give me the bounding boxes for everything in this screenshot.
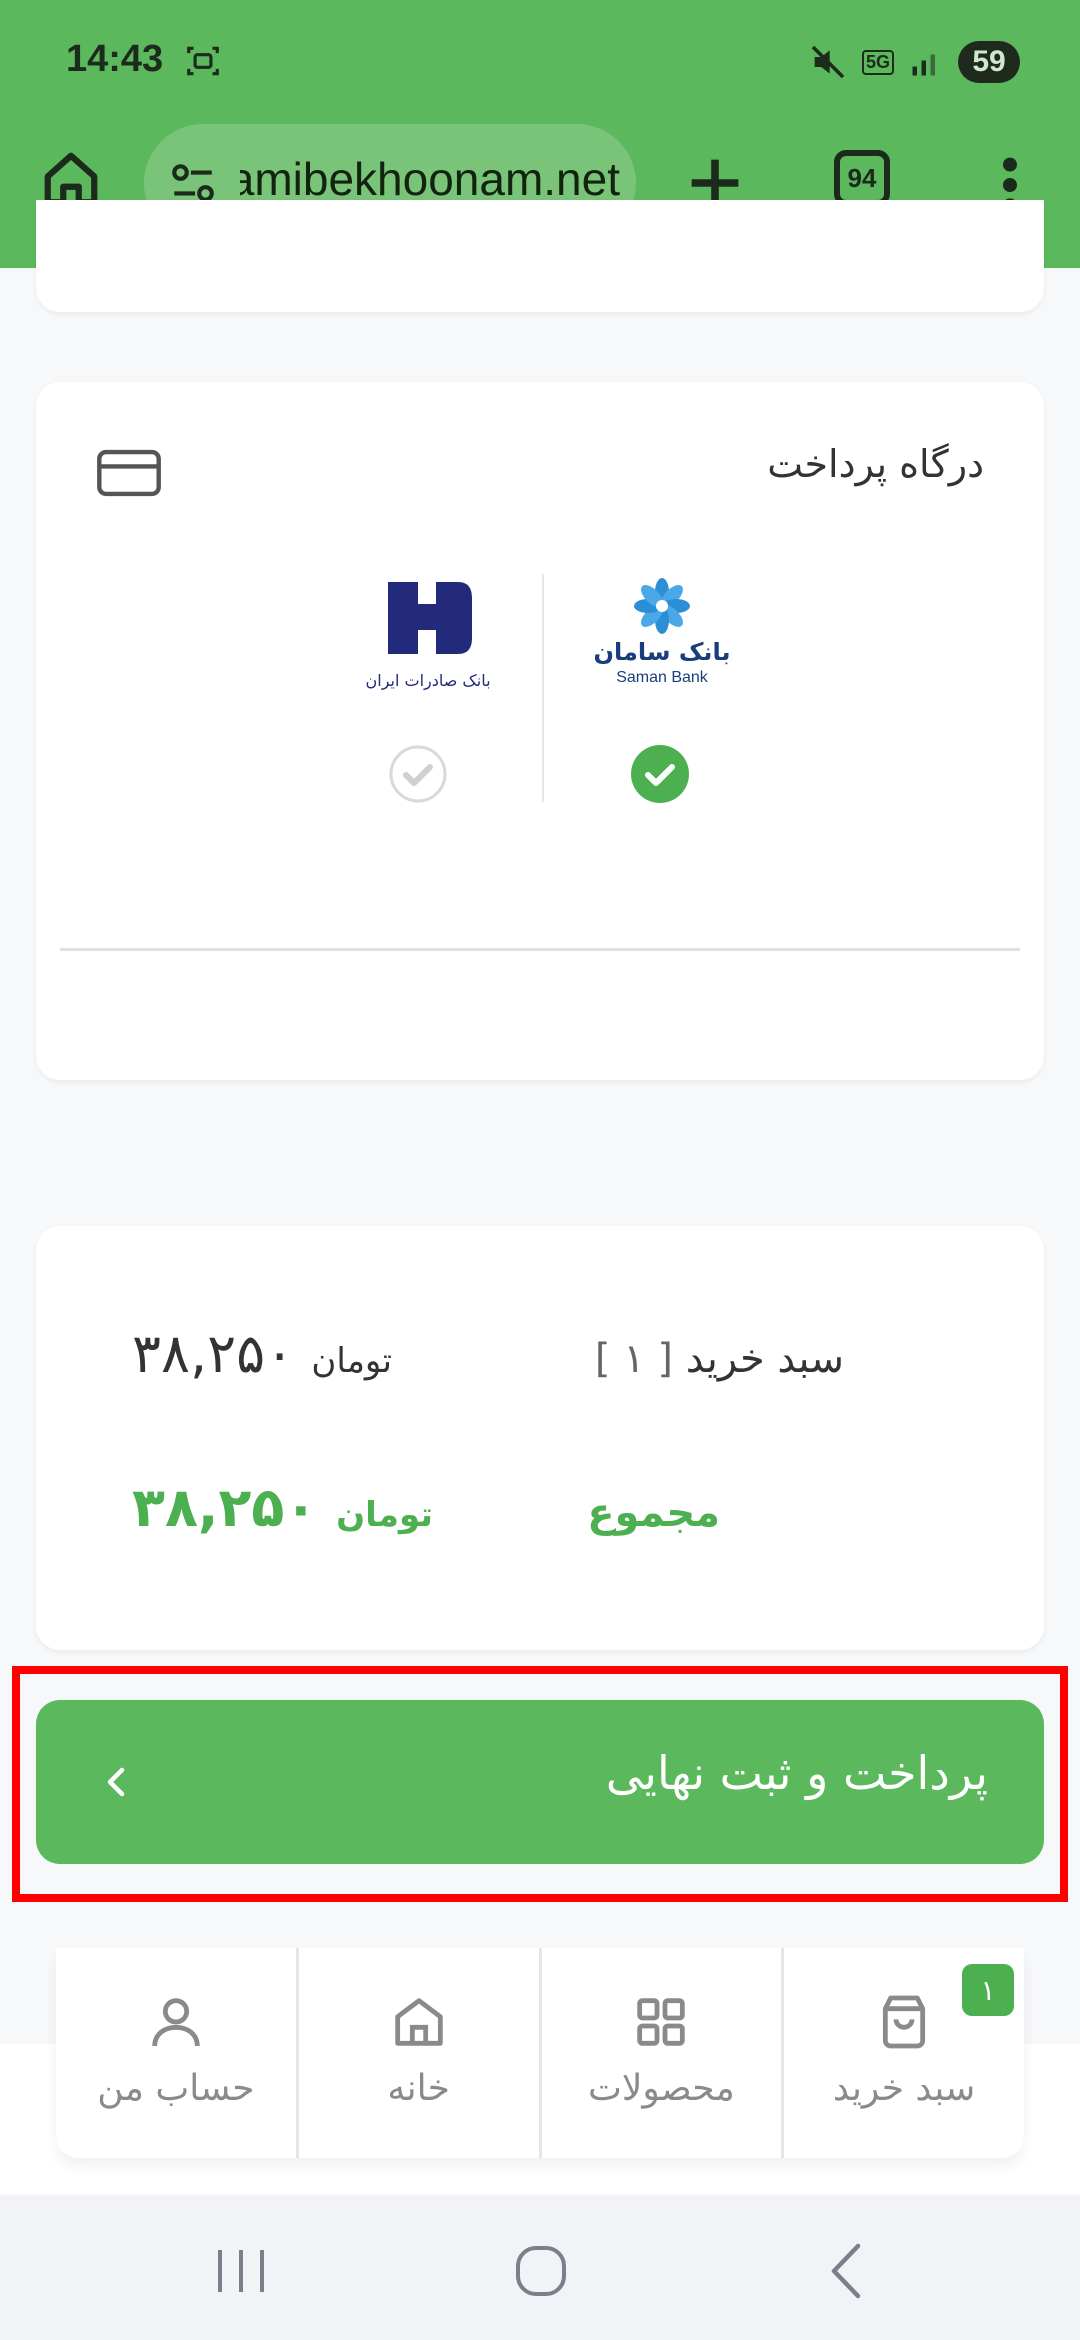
payment-gateway-card: درگاه پرداخت بانک سامان Saman Bank بانک …: [36, 382, 1044, 1080]
saman-bank-logo: بانک سامان Saman Bank: [594, 578, 731, 686]
cart-amount: ۳۸,۲۵۰: [132, 1322, 295, 1385]
cart-currency: تومان: [311, 1341, 392, 1381]
cart-label: سبد خرید: [685, 1336, 844, 1382]
nav-item-home[interactable]: خانه: [295, 1948, 539, 2158]
recent-apps-icon[interactable]: [206, 2236, 276, 2306]
system-nav-bar: [0, 2196, 1080, 2340]
url-text[interactable]: hamibekhoonam.net: [240, 152, 620, 206]
home-icon: [394, 1998, 443, 2046]
mute-icon: [811, 45, 845, 79]
status-time: 14:43: [66, 38, 164, 80]
saman-bank-name-en: Saman Bank: [616, 669, 709, 686]
nav-item-account[interactable]: حساب من: [56, 1948, 296, 2158]
nav-item-products[interactable]: محصولات: [538, 1948, 782, 2158]
signal-icon: [912, 54, 935, 76]
user-icon: [152, 1998, 200, 2047]
nav-item-cart[interactable]: سبد خرید ۱: [781, 1948, 1024, 2158]
check-circle-unselected-icon[interactable]: [388, 744, 448, 804]
status-icons: 5G 59: [808, 38, 1020, 86]
shopping-bag-icon: [883, 1995, 926, 2049]
network-icon: 5G: [861, 49, 894, 75]
total-amount-row: ۳۸,۲۵۰ تومان: [132, 1476, 433, 1539]
previous-card: [36, 200, 1044, 312]
home-circle-icon[interactable]: [506, 2236, 576, 2306]
back-icon[interactable]: [812, 2236, 882, 2306]
battery-indicator: 59: [958, 41, 1020, 83]
payment-gateway-title: درگاه پرداخت: [767, 442, 984, 486]
grid-icon: [637, 1998, 686, 2046]
nav-label-products: محصولات: [587, 2068, 735, 2109]
credit-card-icon: [97, 449, 161, 497]
gateway-bottom-divider: [60, 948, 1020, 951]
pay-button-label: پرداخت و ثبت نهایی: [605, 1746, 988, 1800]
total-amount: ۳۸,۲۵۰: [132, 1476, 318, 1539]
cart-count: [ ۱ ]: [594, 1336, 674, 1382]
nav-label-home: خانه: [387, 2068, 450, 2109]
screenshot-icon: [187, 46, 219, 76]
order-summary-card: سبد خرید [ ۱ ] ۳۸,۲۵۰ تومان مجموع ۳۸,۲۵۰…: [36, 1226, 1044, 1650]
chevron-left-icon: [107, 1767, 125, 1797]
gateway-divider: [542, 574, 544, 802]
total-currency: تومان: [336, 1495, 434, 1535]
total-label: مجموع: [587, 1490, 720, 1536]
tab-switcher-button[interactable]: 94: [834, 150, 890, 206]
saderat-bank-logo: بانک صادرات ایران: [366, 582, 490, 691]
nav-label-account: حساب من: [97, 2068, 255, 2109]
cart-amount-row: ۳۸,۲۵۰ تومان: [132, 1322, 392, 1385]
bottom-nav: حساب من خانه محصولات سبد خرید ۱: [56, 1948, 1024, 2158]
nav-label-cart: سبد خرید: [832, 2068, 976, 2109]
cart-badge: ۱: [962, 1964, 1014, 2016]
saman-bank-name: بانک سامان: [594, 638, 731, 666]
check-circle-selected-icon[interactable]: [630, 744, 690, 804]
saderat-bank-name: بانک صادرات ایران: [366, 671, 490, 691]
cart-row-label: سبد خرید [ ۱ ]: [595, 1336, 844, 1382]
pay-and-submit-button[interactable]: پرداخت و ثبت نهایی: [36, 1700, 1044, 1864]
